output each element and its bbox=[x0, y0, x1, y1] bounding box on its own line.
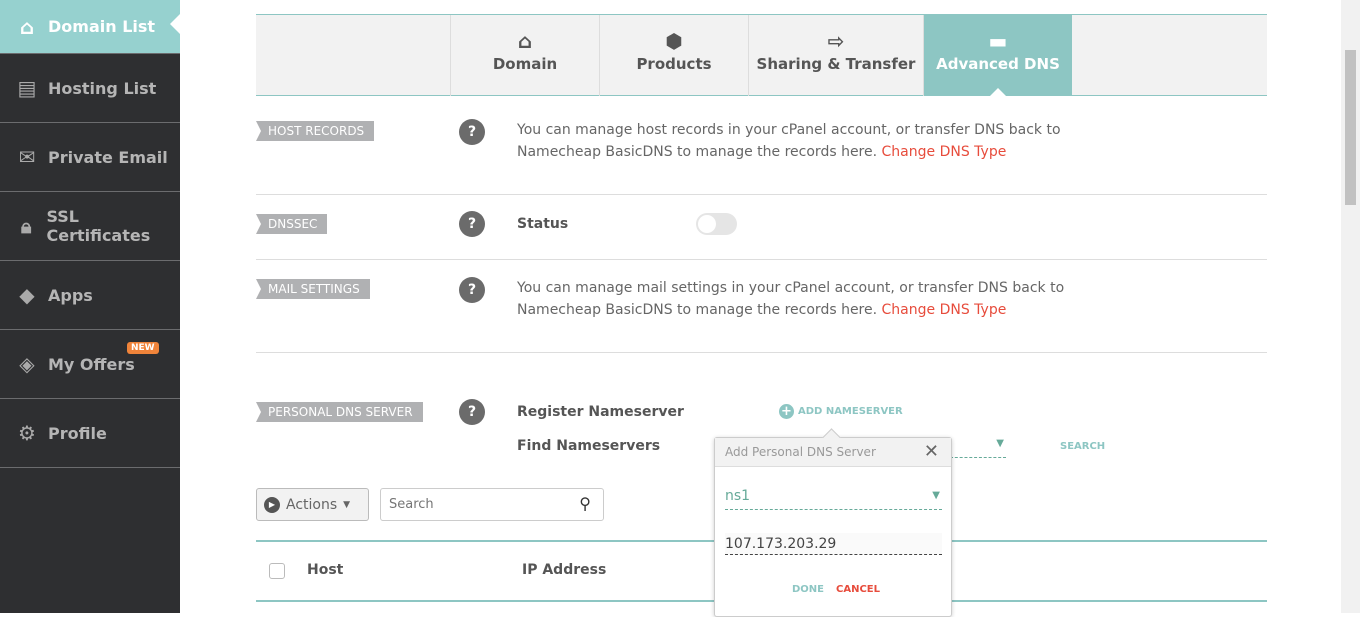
nameserver-select[interactable]: ns1 ▼ bbox=[725, 488, 942, 510]
tab-sharing-transfer[interactable]: ⇨ Sharing & Transfer bbox=[748, 15, 923, 96]
column-header-ip-address[interactable]: IP Address bbox=[522, 562, 606, 578]
dnssec-toggle[interactable] bbox=[696, 213, 737, 235]
plus-circle-icon: + bbox=[779, 404, 794, 419]
divider bbox=[256, 352, 1267, 353]
add-personal-dns-popup: Add Personal DNS Server ✕ ns1▼ DONE CANCE… bbox=[714, 437, 952, 617]
help-icon[interactable]: ? bbox=[459, 119, 485, 145]
divider bbox=[256, 259, 1267, 260]
column-header-host[interactable]: Host bbox=[307, 562, 343, 578]
change-dns-type-link[interactable]: Change DNS Type bbox=[882, 302, 1007, 318]
dns-icon: ▬ bbox=[988, 29, 1008, 53]
sidebar: ⌂ Domain List ▤ Hosting List ✉ Private Emai… bbox=[0, 0, 180, 613]
sidebar-item-domain-list[interactable]: ⌂ Domain List bbox=[0, 0, 180, 54]
done-button[interactable]: DONE bbox=[792, 584, 824, 595]
tab-products[interactable]: ⬢ Products bbox=[599, 15, 748, 96]
popup-header: Add Personal DNS Server ✕ bbox=[715, 438, 951, 467]
divider bbox=[256, 194, 1267, 195]
chevron-down-icon: ▼ bbox=[996, 438, 1004, 449]
close-icon[interactable]: ✕ bbox=[924, 441, 939, 462]
ip-address-input[interactable] bbox=[725, 533, 942, 555]
change-dns-type-link[interactable]: Change DNS Type bbox=[882, 144, 1007, 160]
actions-button[interactable]: ▶ Actions ▼ bbox=[256, 488, 369, 521]
dnssec-status-label: Status bbox=[517, 216, 569, 232]
apps-icon: ◆ bbox=[19, 283, 35, 307]
box-icon: ⬢ bbox=[665, 29, 683, 53]
find-nameservers-select[interactable]: ▼ bbox=[950, 438, 1006, 458]
server-icon: ▤ bbox=[17, 76, 37, 100]
sidebar-item-apps[interactable]: ◆ Apps bbox=[0, 261, 180, 330]
search-icon[interactable]: ⚲ bbox=[579, 494, 591, 513]
home-icon: ⌂ bbox=[19, 14, 35, 39]
tab-domain[interactable]: ⌂ Domain bbox=[450, 15, 599, 96]
search-button[interactable]: SEARCH bbox=[1060, 441, 1105, 452]
popup-title: Add Personal DNS Server bbox=[725, 445, 876, 459]
find-nameservers-label: Find Nameservers bbox=[517, 438, 661, 454]
sidebar-item-ssl-certificates[interactable]: 🔒︎ SSL Certificates bbox=[0, 192, 180, 261]
register-nameserver-label: Register Nameserver bbox=[517, 404, 684, 420]
dnssec-label: DNSSEC bbox=[256, 214, 328, 234]
share-icon: ⇨ bbox=[827, 29, 845, 53]
scrollbar-thumb[interactable] bbox=[1345, 50, 1356, 205]
personal-dns-server-label: PERSONAL DNS SERVER bbox=[256, 402, 423, 422]
home-icon: ⌂ bbox=[517, 29, 533, 53]
add-nameserver-button[interactable]: + ADD NAMESERVER bbox=[779, 404, 903, 419]
tag-icon: ◈ bbox=[19, 352, 35, 376]
tab-bar: ⌂ Domain ⬢ Products ⇨ Sharing & Transfer ▬ A… bbox=[256, 14, 1267, 96]
lock-icon: 🔒︎ bbox=[20, 214, 32, 238]
sidebar-item-profile[interactable]: ⚙ Profile bbox=[0, 399, 180, 468]
gear-icon: ⚙ bbox=[18, 421, 36, 445]
host-records-text: You can manage host records in your cPan… bbox=[517, 122, 1061, 160]
help-icon[interactable]: ? bbox=[459, 211, 485, 237]
help-icon[interactable]: ? bbox=[459, 277, 485, 303]
sidebar-item-hosting-list[interactable]: ▤ Hosting List bbox=[0, 54, 180, 123]
envelope-icon: ✉ bbox=[18, 145, 36, 169]
scrollbar[interactable] bbox=[1341, 0, 1360, 613]
tab-advanced-dns[interactable]: ▬ Advanced DNS bbox=[923, 15, 1072, 96]
sidebar-item-private-email[interactable]: ✉ Private Email bbox=[0, 123, 180, 192]
cancel-button[interactable]: CANCEL bbox=[836, 584, 880, 595]
mail-settings-text: You can manage mail settings in your cPa… bbox=[517, 280, 1065, 318]
select-all-checkbox[interactable] bbox=[269, 563, 285, 579]
sidebar-item-my-offers[interactable]: ◈ My Offers NEW bbox=[0, 330, 180, 399]
search-input[interactable] bbox=[381, 489, 561, 520]
new-badge: NEW bbox=[127, 342, 159, 354]
host-records-label: HOST RECORDS bbox=[256, 121, 375, 141]
play-icon: ▶ bbox=[264, 496, 280, 513]
mail-settings-label: MAIL SETTINGS bbox=[256, 279, 370, 299]
search-box: ⚲ bbox=[380, 488, 604, 521]
chevron-down-icon: ▼ bbox=[932, 490, 940, 501]
chevron-down-icon: ▼ bbox=[343, 499, 351, 510]
help-icon[interactable]: ? bbox=[459, 399, 485, 425]
